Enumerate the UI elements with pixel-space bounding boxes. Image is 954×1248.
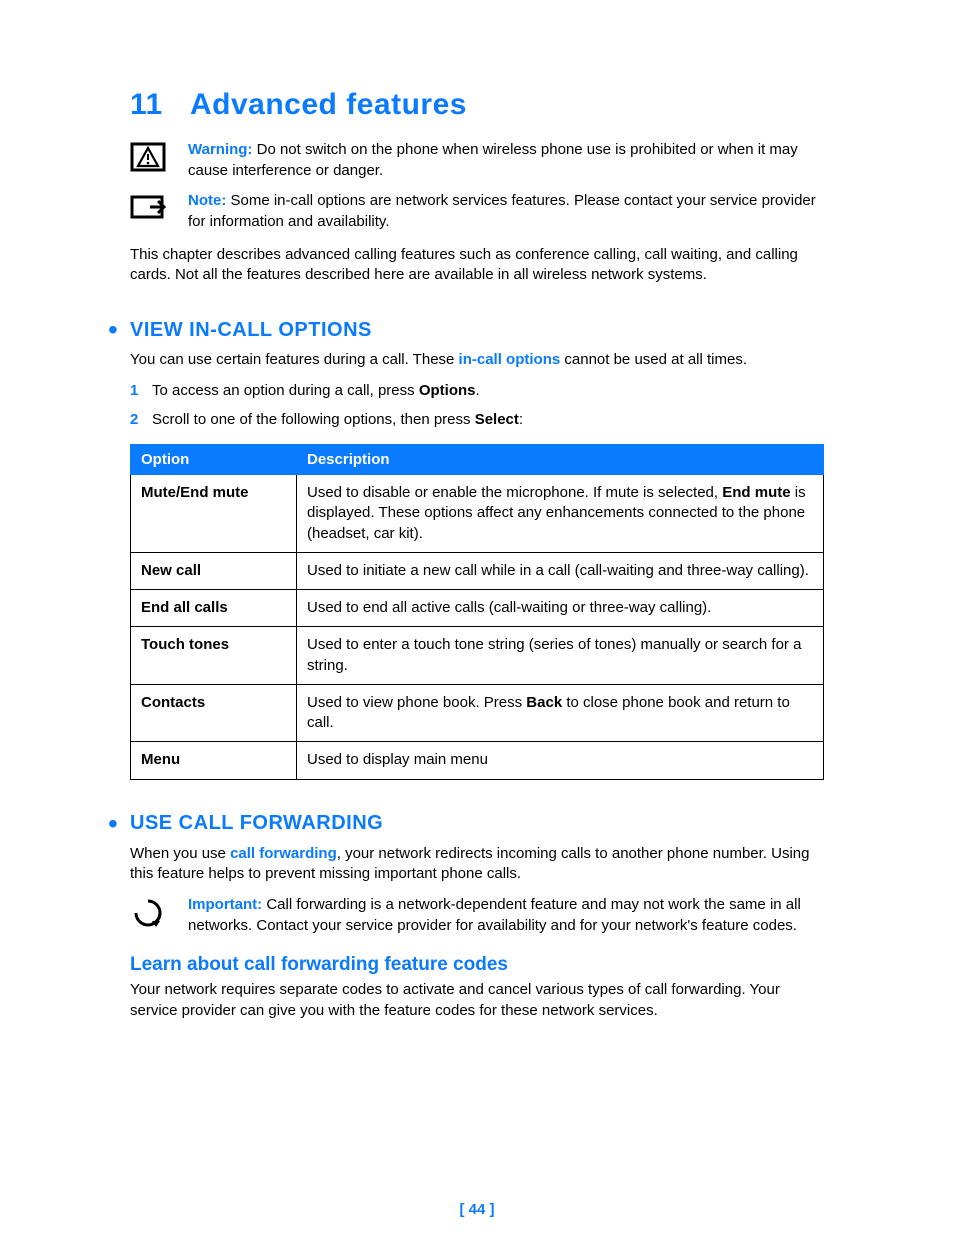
note-icon (130, 191, 188, 221)
option-description: Used to enter a touch tone string (serie… (297, 627, 824, 685)
table-row: Mute/End muteUsed to disable or enable t… (131, 475, 824, 553)
options-table: Option Description Mute/End muteUsed to … (130, 444, 824, 780)
subheading-feature-codes: Learn about call forwarding feature code… (130, 954, 824, 976)
table-row: MenuUsed to display main menu (131, 742, 824, 779)
chapter-title: 11Advanced features (130, 88, 824, 122)
section-bullet-icon: • (108, 316, 128, 344)
step-1: 1 To access an option during a call, pre… (130, 381, 824, 402)
note-label: Note: (188, 192, 226, 209)
option-description: Used to disable or enable the microphone… (297, 475, 824, 553)
warning-icon (130, 140, 188, 172)
chapter-number: 11 (130, 88, 190, 122)
important-callout: Important: Call forwarding is a network-… (130, 895, 824, 936)
option-description: Used to display main menu (297, 742, 824, 779)
option-description: Used to view phone book. Press Back to c… (297, 684, 824, 742)
option-name: End all calls (131, 590, 297, 627)
page: 11Advanced features Warning: Do not swit… (0, 0, 954, 1248)
chapter-name: Advanced features (190, 88, 467, 121)
option-description: Used to initiate a new call while in a c… (297, 552, 824, 589)
table-row: ContactsUsed to view phone book. Press B… (131, 684, 824, 742)
note-text: Note: Some in-call options are network s… (188, 191, 824, 232)
option-name: Touch tones (131, 627, 297, 685)
option-name: Contacts (131, 684, 297, 742)
important-label: Important: (188, 896, 262, 913)
th-description: Description (297, 445, 824, 475)
steps-list: 1 To access an option during a call, pre… (130, 381, 824, 430)
important-text: Important: Call forwarding is a network-… (188, 895, 824, 936)
term-in-call-options: in-call options (459, 351, 561, 368)
th-option: Option (131, 445, 297, 475)
option-name: New call (131, 552, 297, 589)
important-icon (130, 895, 188, 931)
option-description: Used to end all active calls (call-waiti… (297, 590, 824, 627)
section2-title: USE CALL FORWARDING (130, 812, 383, 835)
option-name: Mute/End mute (131, 475, 297, 553)
note-callout: Note: Some in-call options are network s… (130, 191, 824, 232)
section-view-in-call: • VIEW IN-CALL OPTIONS (130, 316, 824, 344)
section1-body: You can use certain features during a ca… (130, 350, 824, 371)
section2-body: When you use call forwarding, your netwo… (130, 844, 824, 885)
page-number: [ 44 ] (0, 1201, 954, 1218)
section-use-call-forwarding: • USE CALL FORWARDING (130, 810, 824, 838)
section1-title: VIEW IN-CALL OPTIONS (130, 319, 372, 342)
section-bullet-icon: • (108, 810, 128, 838)
step-2: 2 Scroll to one of the following options… (130, 410, 824, 431)
option-name: Menu (131, 742, 297, 779)
warning-label: Warning: (188, 141, 252, 158)
intro-text: This chapter describes advanced calling … (130, 245, 824, 286)
subheading-body: Your network requires separate codes to … (130, 980, 824, 1021)
term-call-forwarding: call forwarding (230, 845, 337, 862)
table-row: End all callsUsed to end all active call… (131, 590, 824, 627)
warning-callout: Warning: Do not switch on the phone when… (130, 140, 824, 181)
warning-text: Warning: Do not switch on the phone when… (188, 140, 824, 181)
table-row: Touch tonesUsed to enter a touch tone st… (131, 627, 824, 685)
table-row: New callUsed to initiate a new call whil… (131, 552, 824, 589)
